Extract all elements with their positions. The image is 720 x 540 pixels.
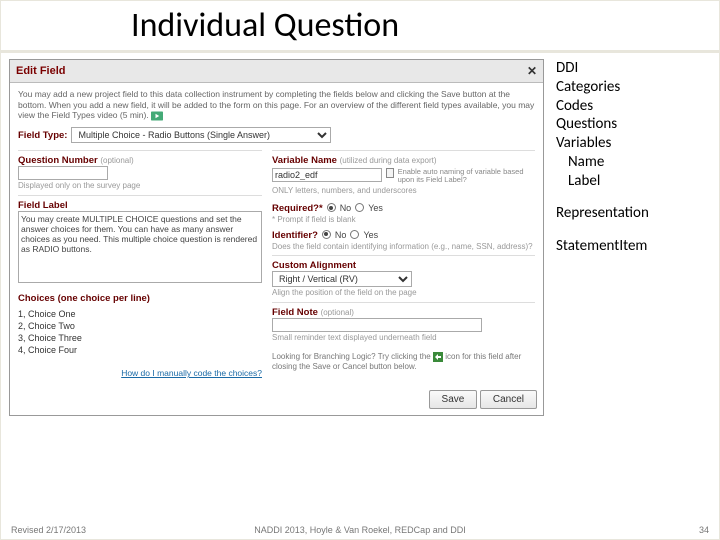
branch-icon (433, 353, 443, 362)
identifier-yes-text: Yes (363, 230, 378, 240)
varname-rules: ONLY letters, numbers, and underscores (272, 186, 535, 196)
dialog-body: You may add a new project field to this … (10, 83, 543, 384)
left-column: Question Number (optional) Displayed onl… (18, 146, 262, 378)
choice-item: 1, Choice One (18, 308, 262, 320)
required-yes-text: Yes (368, 203, 383, 213)
field-label-header: Field Label (18, 195, 262, 211)
branch-pre: Looking for Branching Logic? Try clickin… (272, 353, 433, 362)
fieldnote-hint: Small reminder text displayed underneath… (272, 333, 535, 343)
identifier-row: Identifier? No Yes (272, 230, 535, 241)
alignment-header: Custom Alignment (272, 255, 535, 271)
required-label: Required?* (272, 203, 323, 214)
identifier-no-radio[interactable] (322, 230, 331, 239)
qnum-optional: (optional) (100, 156, 133, 165)
dialog-title: Edit Field (16, 65, 66, 77)
field-note-input[interactable] (272, 318, 482, 332)
intro-text: You may add a new project field to this … (18, 89, 535, 121)
close-icon[interactable]: ✕ (527, 64, 537, 78)
ddi-line: DDI (556, 59, 649, 78)
dialog-buttons: Save Cancel (10, 384, 543, 415)
ddi-line: Variables (556, 134, 649, 153)
sidebar-statementitem: StatementItem (556, 237, 649, 256)
slide-body: Edit Field ✕ You may add a new project f… (1, 53, 719, 416)
sidebar-notes: DDI Categories Codes Questions Variables… (544, 59, 649, 416)
required-no-text: No (340, 203, 352, 213)
field-type-select[interactable]: Multiple Choice - Radio Buttons (Single … (71, 127, 331, 143)
alignment-hint: Align the position of the field on the p… (272, 288, 535, 298)
choices-list: 1, Choice One 2, Choice Two 3, Choice Th… (18, 308, 262, 357)
field-type-label: Field Type: (18, 130, 67, 141)
ddi-line: Categories (556, 78, 649, 97)
varname-label: Variable Name (272, 155, 337, 166)
video-icon (151, 110, 163, 120)
identifier-hint: Does the field contain identifying infor… (272, 242, 535, 252)
question-number-input[interactable] (18, 166, 108, 180)
varname-row: Enable auto naming of variable based upo… (272, 168, 535, 185)
slide-title: Individual Question (1, 1, 719, 53)
choice-item: 4, Choice Four (18, 344, 262, 356)
auto-name-text: Enable auto naming of variable based upo… (398, 168, 535, 185)
fieldnote-label: Field Note (272, 307, 318, 318)
alignment-select[interactable]: Right / Vertical (RV) (272, 271, 412, 287)
fieldnote-optional: (optional) (321, 308, 354, 317)
variable-name-header: Variable Name (utilized during data expo… (272, 150, 535, 166)
ddi-line: Questions (556, 115, 649, 134)
code-choices-link[interactable]: How do I manually code the choices? (121, 368, 262, 378)
qnum-label-text: Question Number (18, 155, 98, 166)
field-type-row: Field Type: Multiple Choice - Radio Butt… (18, 127, 535, 143)
save-button[interactable]: Save (429, 390, 478, 409)
ddi-line: Codes (556, 97, 649, 116)
question-number-label: Question Number (optional) (18, 150, 262, 166)
required-no-radio[interactable] (327, 203, 336, 212)
choice-item: 2, Choice Two (18, 320, 262, 332)
slide: Individual Question Edit Field ✕ You may… (0, 0, 720, 540)
field-note-header: Field Note (optional) (272, 302, 535, 318)
right-column: Variable Name (utilized during data expo… (272, 146, 535, 378)
intro-copy: You may add a new project field to this … (18, 89, 534, 120)
ddi-indent: Label (556, 172, 649, 191)
edit-field-dialog: Edit Field ✕ You may add a new project f… (9, 59, 544, 416)
branching-text: Looking for Branching Logic? Try clickin… (272, 352, 535, 372)
auto-name-checkbox[interactable] (386, 168, 394, 178)
dialog-header: Edit Field ✕ (10, 60, 543, 83)
identifier-label: Identifier? (272, 230, 318, 241)
variable-name-input[interactable] (272, 168, 382, 182)
choice-item: 3, Choice Three (18, 332, 262, 344)
field-label-textarea[interactable]: You may create MULTIPLE CHOICE questions… (18, 211, 262, 283)
choices-header: Choices (one choice per line) (18, 289, 262, 304)
varname-subhint: (utilized during data export) (340, 156, 437, 165)
cancel-button[interactable]: Cancel (480, 390, 537, 409)
identifier-no-text: No (335, 230, 347, 240)
footer: Revised 2/17/2013 NADDI 2013, Hoyle & Va… (1, 525, 719, 535)
required-yes-radio[interactable] (355, 203, 364, 212)
two-column-area: Question Number (optional) Displayed onl… (18, 146, 535, 378)
required-row: Required?* No Yes (272, 203, 535, 214)
required-hint: * Prompt if field is blank (272, 215, 535, 225)
footer-center: NADDI 2013, Hoyle & Van Roekel, REDCap a… (1, 525, 719, 535)
ddi-indent: Name (556, 153, 649, 172)
sidebar-representation: Representation (556, 204, 649, 223)
identifier-yes-radio[interactable] (350, 230, 359, 239)
qnum-hint: Displayed only on the survey page (18, 181, 262, 191)
